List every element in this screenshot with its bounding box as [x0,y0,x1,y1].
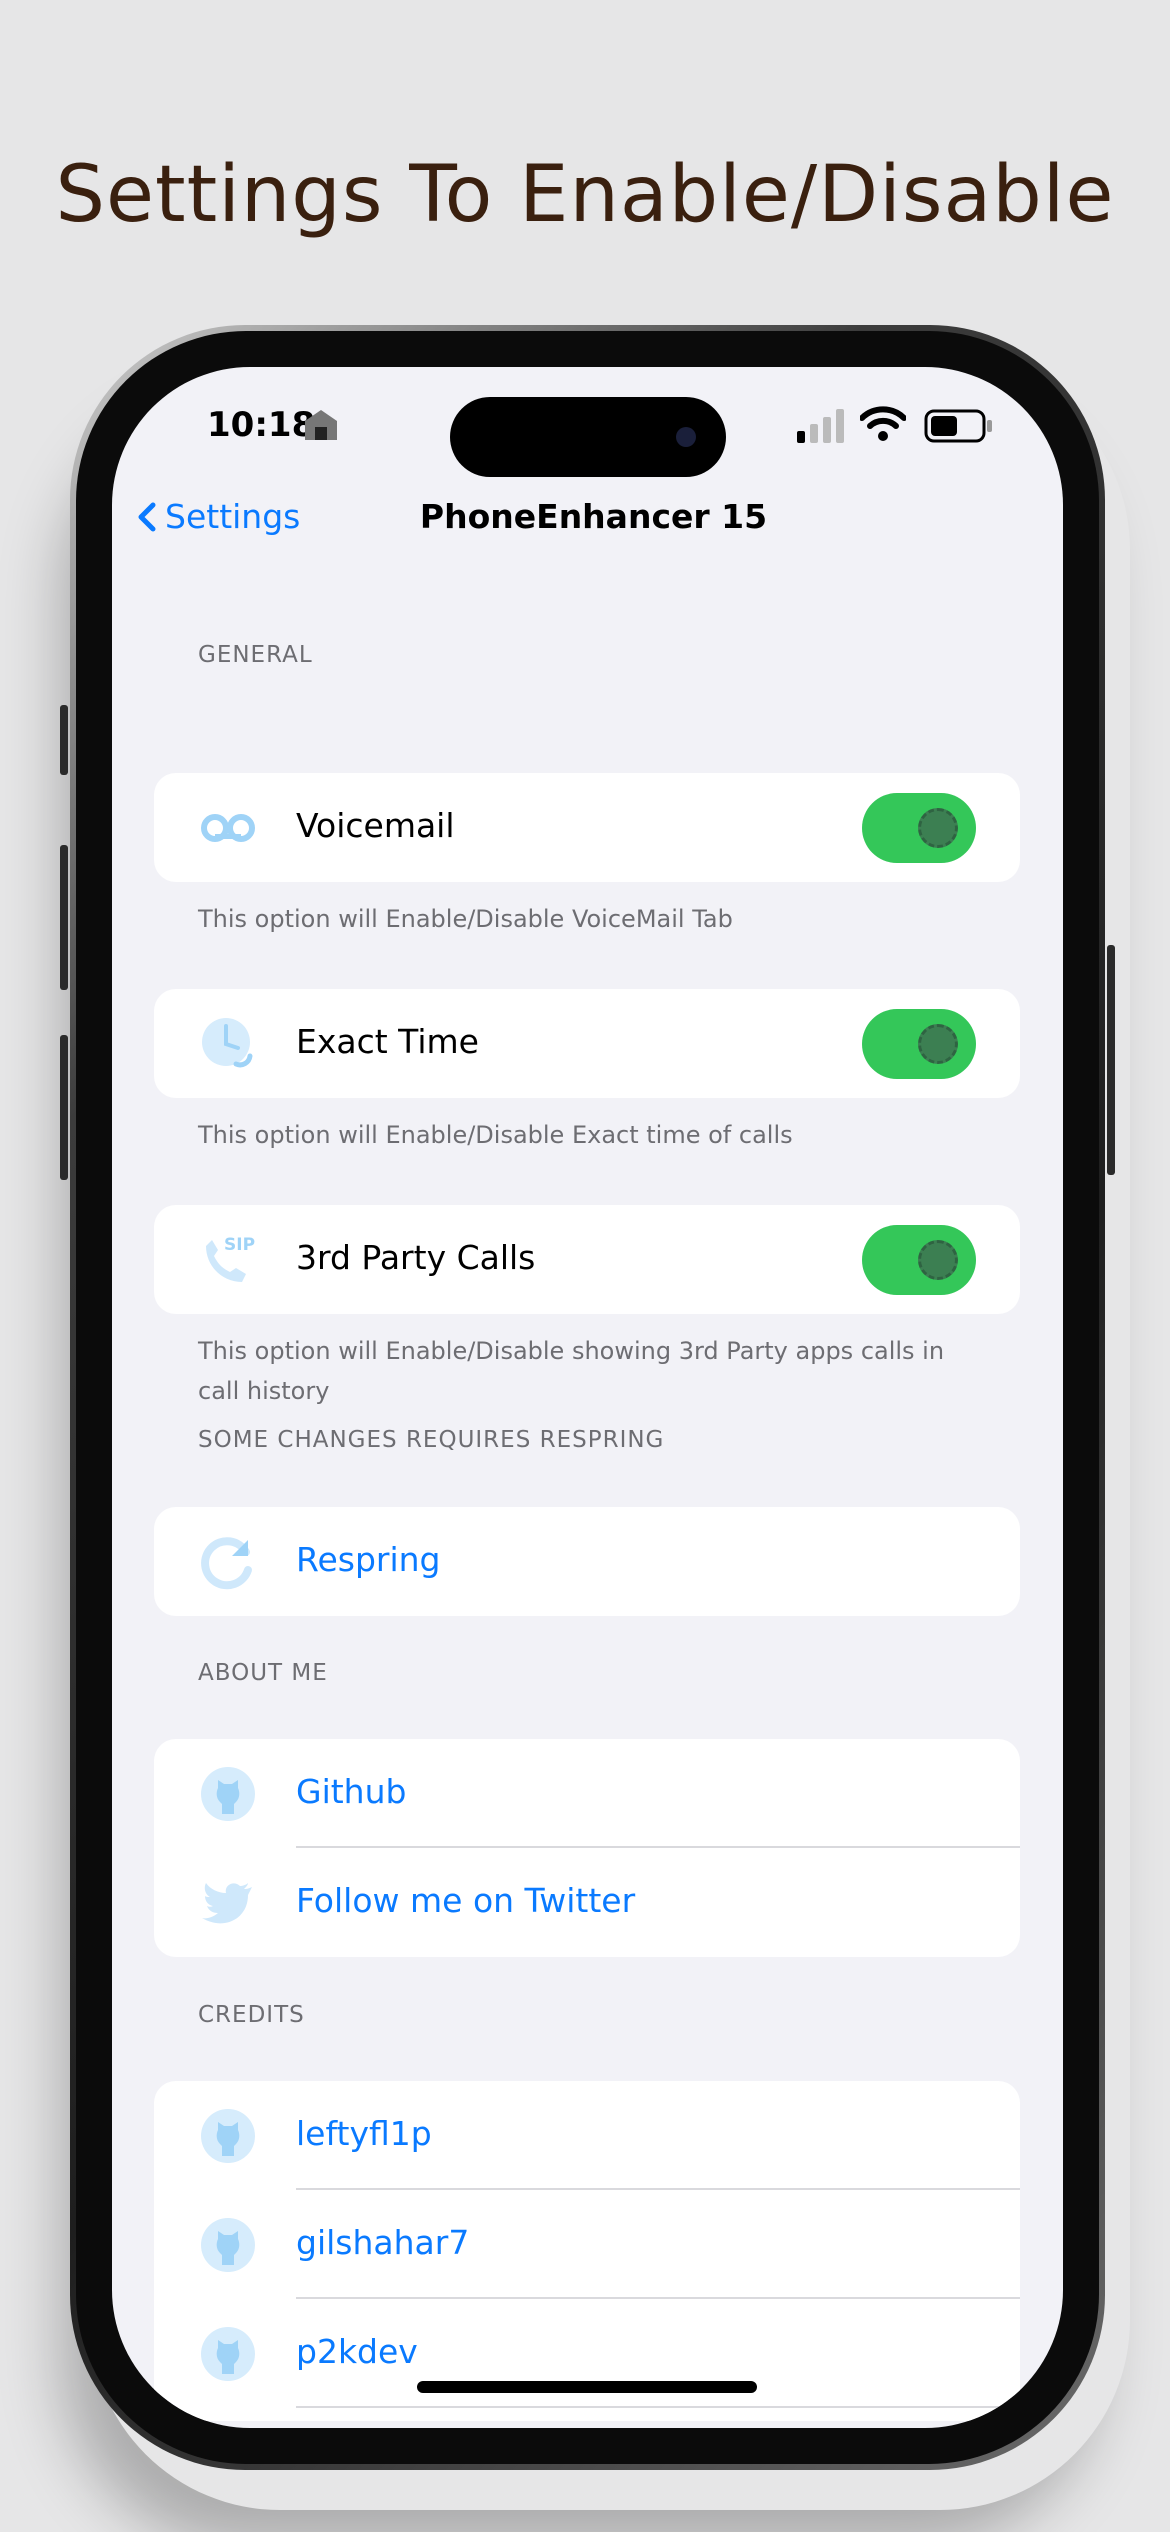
credits-card: leftyfl1p gilshahar7 p2kdev [154,2081,1020,2421]
dynamic-island [450,397,726,477]
section-header-credits: CREDITS [198,2002,305,2028]
nav-title: PhoneEnhancer 15 [419,497,768,536]
twitter-icon [202,1883,252,1924]
about-row-twitter[interactable]: Follow me on Twitter [154,1848,1020,1957]
github-icon [201,1767,255,1821]
home-indicator[interactable] [417,2381,757,2393]
github-icon [201,2218,255,2272]
third-party-calls-label: 3rd Party Calls [296,1238,536,1277]
refresh-icon [201,1537,252,1590]
voicemail-card: Voicemail [154,773,1020,882]
voicemail-icon [201,814,255,842]
third-party-calls-card: SIP 3rd Party Calls [154,1205,1020,1314]
exact-time-footnote: This option will Enable/Disable Exact ti… [198,1121,793,1149]
cellular-signal-icon [797,409,844,443]
voicemail-footnote: This option will Enable/Disable VoiceMai… [198,905,733,933]
clock-icon [202,1018,253,1068]
settings-row-voicemail[interactable]: Voicemail [154,773,1020,882]
credits-row[interactable]: leftyfl1p [154,2081,1020,2190]
about-twitter-label: Follow me on Twitter [296,1881,636,1920]
respring-card: Respring [154,1507,1020,1616]
respring-label: Respring [296,1540,441,1579]
front-camera [676,427,696,447]
exact-time-label: Exact Time [296,1022,479,1061]
github-icon [201,2109,255,2163]
phone-frame: 10:18 Settings PhoneEnhancer 15 GENERAL … [60,325,1115,2470]
volume-up-button [60,845,68,990]
settings-row-exact-time[interactable]: Exact Time [154,989,1020,1098]
respring-row[interactable]: Respring [154,1507,1020,1616]
svg-text:SIP: SIP [224,1235,255,1255]
credit-label-leftyfl1p: leftyfl1p [296,2114,432,2153]
page-headline: Settings To Enable/Disable [55,150,1115,240]
about-row-github[interactable]: Github [154,1739,1020,1848]
battery-icon [924,409,992,443]
about-card: Github Follow me on Twitter [154,1739,1020,1957]
section-header-respring: SOME CHANGES REQUIRES RESPRING [198,1427,665,1453]
voicemail-label: Voicemail [296,806,455,845]
section-header-about: ABOUT ME [198,1660,328,1686]
settings-row-third-party-calls[interactable]: SIP 3rd Party Calls [154,1205,1020,1314]
toggle-knob [918,1240,958,1280]
volume-down-button [60,1035,68,1180]
wifi-icon [860,406,906,441]
exact-time-card: Exact Time [154,989,1020,1098]
third-party-calls-footnote: This option will Enable/Disable showing … [198,1337,945,1405]
third-party-calls-toggle[interactable] [862,1225,976,1295]
toggle-knob [918,1024,958,1064]
ringer-switch [60,705,68,775]
credits-row[interactable]: gilshahar7 [154,2190,1020,2299]
voicemail-toggle[interactable] [862,793,976,863]
home-status-icon [305,410,337,440]
phone-screen: 10:18 Settings PhoneEnhancer 15 GENERAL … [112,367,1063,2428]
status-time: 10:18 [207,405,316,445]
credit-label-p2kdev: p2kdev [296,2332,418,2371]
github-icon [201,2327,255,2381]
row-separator [296,2406,1020,2408]
exact-time-toggle[interactable] [862,1009,976,1079]
toggle-knob [918,808,958,848]
about-github-label: Github [296,1772,407,1811]
power-button [1107,945,1115,1175]
section-header-general: GENERAL [198,642,313,668]
sip-phone-icon: SIP [206,1235,255,1282]
credit-label-gilshahar7: gilshahar7 [296,2223,470,2262]
